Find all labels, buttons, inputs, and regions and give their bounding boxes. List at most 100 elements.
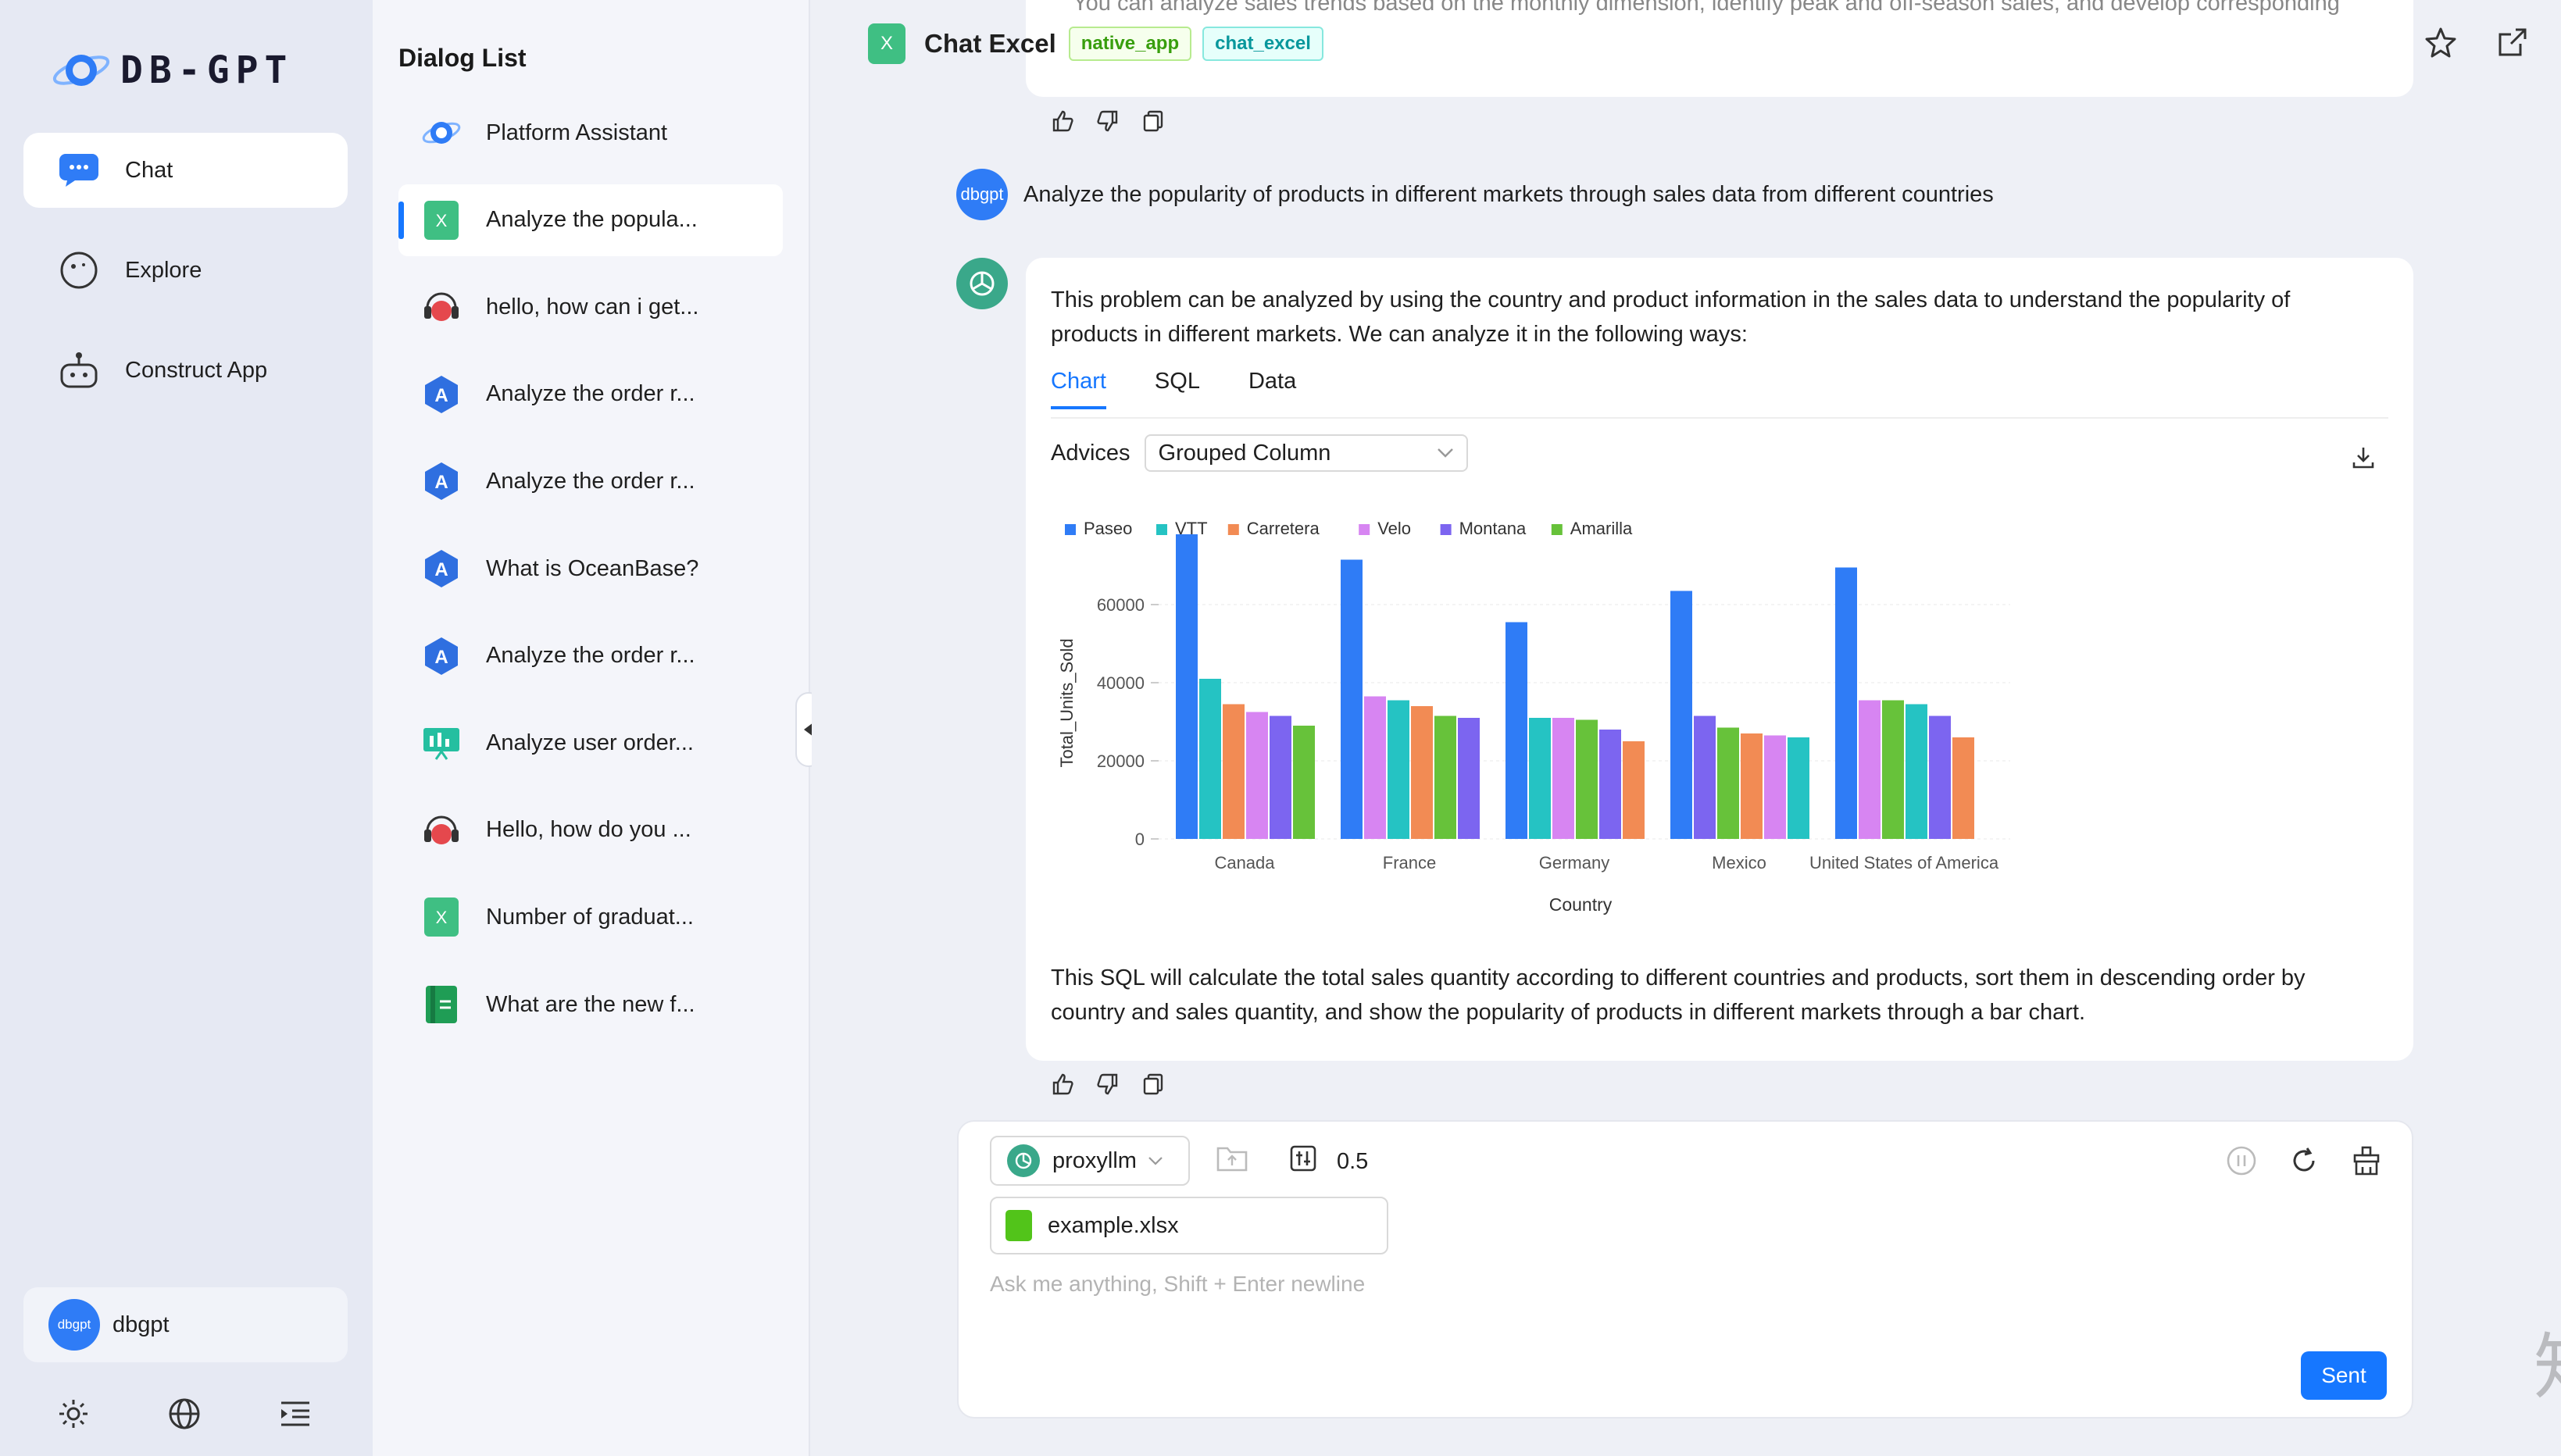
dialog-item[interactable]: What are the new f... (398, 969, 783, 1040)
dialog-item[interactable]: A What is OceanBase? (398, 533, 783, 605)
knowledge-icon (420, 983, 463, 1026)
excel-file-icon (1005, 1210, 1032, 1241)
model-select[interactable]: proxyllm (990, 1136, 1190, 1186)
dialog-item[interactable]: Analyze user order... (398, 707, 783, 779)
tag-native-app: native_app (1068, 27, 1192, 61)
bar (1293, 726, 1315, 839)
bar (1764, 735, 1786, 839)
tab-data[interactable]: Data (1248, 367, 1296, 417)
legend-swatch (1440, 524, 1452, 535)
dialog-item[interactable]: X Number of graduat... (398, 881, 783, 953)
bar (1623, 741, 1645, 839)
bar (1341, 559, 1363, 839)
language-globe-icon[interactable] (166, 1395, 203, 1433)
answer-intro-text: This problem can be analyzed by using th… (1051, 287, 2291, 347)
user-profile[interactable]: dbgpt dbgpt (23, 1287, 348, 1362)
bar (1788, 737, 1809, 839)
share-external-icon[interactable] (2497, 27, 2528, 62)
explore-icon (56, 248, 102, 293)
bar (1411, 706, 1433, 839)
tab-sql[interactable]: SQL (1155, 367, 1200, 417)
chart-type-value: Grouped Column (1158, 440, 1331, 466)
chat-main: You can analyze sales trends based on th… (812, 0, 2561, 1456)
x-axis-label: Country (1549, 894, 1613, 915)
legend-label: Paseo (1084, 519, 1132, 538)
thumbs-up-icon[interactable] (1051, 1072, 1074, 1096)
assistant-icon (420, 112, 463, 154)
dialog-item[interactable]: X Analyze the popula... (398, 184, 783, 256)
bar (1859, 700, 1881, 839)
message-input[interactable]: Ask me anything, Shift + Enter newline (990, 1272, 1365, 1297)
download-icon[interactable] (2351, 445, 2376, 474)
dialog-item-label: What is OceanBase? (486, 555, 699, 581)
thumbs-up-icon[interactable] (1051, 109, 1074, 133)
y-tick-label: 60000 (1097, 595, 1145, 615)
y-tick-label: 20000 (1097, 751, 1145, 771)
user-name: dbgpt (113, 1311, 170, 1337)
dialog-item-label: Analyze the popula... (486, 207, 698, 233)
x-tick-label: United States of America (1809, 853, 1999, 873)
thumbs-down-icon[interactable] (1096, 1072, 1120, 1096)
tab-chart[interactable]: Chart (1051, 367, 1106, 409)
y-axis-label: Total_Units_Sold (1057, 638, 1077, 767)
dialog-item[interactable]: hello, how can i get... (398, 271, 783, 343)
temperature-slider-icon[interactable] (1290, 1145, 1316, 1178)
y-tick-label: 0 (1135, 830, 1145, 849)
bar (1223, 704, 1245, 839)
legend-label: Velo (1377, 519, 1411, 538)
dialog-item[interactable]: A Analyze the order r... (398, 359, 783, 430)
tag-chat-excel: chat_excel (1202, 27, 1323, 61)
bar (1952, 737, 1974, 839)
svg-text:A: A (434, 559, 448, 580)
bar (1694, 716, 1716, 839)
dialog-item[interactable]: Platform Assistant (398, 97, 783, 169)
legend-swatch (1065, 524, 1076, 535)
dialog-item[interactable]: A Analyze the order r... (398, 445, 783, 517)
pause-icon[interactable] (2226, 1145, 2257, 1180)
bar (1552, 718, 1574, 839)
dialog-item-label: Platform Assistant (486, 120, 668, 145)
watermark-text: 知乎 @Dase314-ECNU (2534, 1309, 2561, 1413)
star-icon[interactable] (2425, 27, 2456, 62)
headset-icon (420, 809, 463, 851)
nav-label: Construct App (125, 357, 268, 383)
dialog-item[interactable]: Hello, how do you ... (398, 794, 783, 866)
nav-item-chat[interactable]: Chat (23, 133, 348, 208)
agent-icon: A (420, 635, 463, 677)
svg-text:A: A (434, 647, 448, 668)
refresh-icon[interactable] (2288, 1145, 2320, 1180)
bar (1741, 733, 1763, 839)
theme-sun-icon[interactable] (55, 1395, 92, 1433)
nav-item-construct-app[interactable]: Construct App (23, 333, 348, 408)
answer-tabs: Chart SQL Data (1051, 367, 2388, 419)
chart-type-select[interactable]: Grouped Column (1144, 434, 1468, 472)
send-button[interactable]: Sent (2301, 1351, 2387, 1400)
message-composer: proxyllm 0.5 example.xlsx Ask me anythin… (957, 1120, 2413, 1419)
agent-icon: A (420, 373, 463, 416)
folder-upload-icon[interactable] (1216, 1145, 1248, 1178)
chat-header: X Chat Excel native_app chat_excel (812, 0, 2561, 87)
copy-icon[interactable] (1141, 1072, 1165, 1096)
nav-item-explore[interactable]: Explore (23, 233, 348, 308)
collapse-menu-icon[interactable] (277, 1395, 314, 1433)
thumbs-down-icon[interactable] (1096, 109, 1120, 133)
nav-label: Chat (125, 157, 173, 183)
attached-file[interactable]: example.xlsx (990, 1197, 1388, 1254)
bar (1176, 534, 1198, 839)
excel-icon: X (868, 23, 905, 64)
clear-broom-icon[interactable] (2351, 1145, 2382, 1180)
bar (1506, 622, 1527, 839)
dialog-item-label: What are the new f... (486, 991, 695, 1017)
dashboard-icon (420, 722, 463, 764)
dialog-item-label: Hello, how do you ... (486, 817, 691, 843)
x-tick-label: France (1383, 853, 1436, 873)
bar (1199, 679, 1221, 839)
dialog-item-label: Analyze user order... (486, 730, 694, 755)
app-logo[interactable]: DB-GPT (50, 45, 293, 95)
answer-summary-text: This SQL will calculate the total sales … (1051, 965, 2306, 1025)
user-message: dbgpt Analyze the popularity of products… (956, 169, 1994, 220)
logo-text: DB-GPT (120, 48, 294, 92)
dialog-item[interactable]: A Analyze the order r... (398, 620, 783, 692)
copy-icon[interactable] (1141, 109, 1165, 133)
svg-text:X: X (436, 908, 448, 927)
